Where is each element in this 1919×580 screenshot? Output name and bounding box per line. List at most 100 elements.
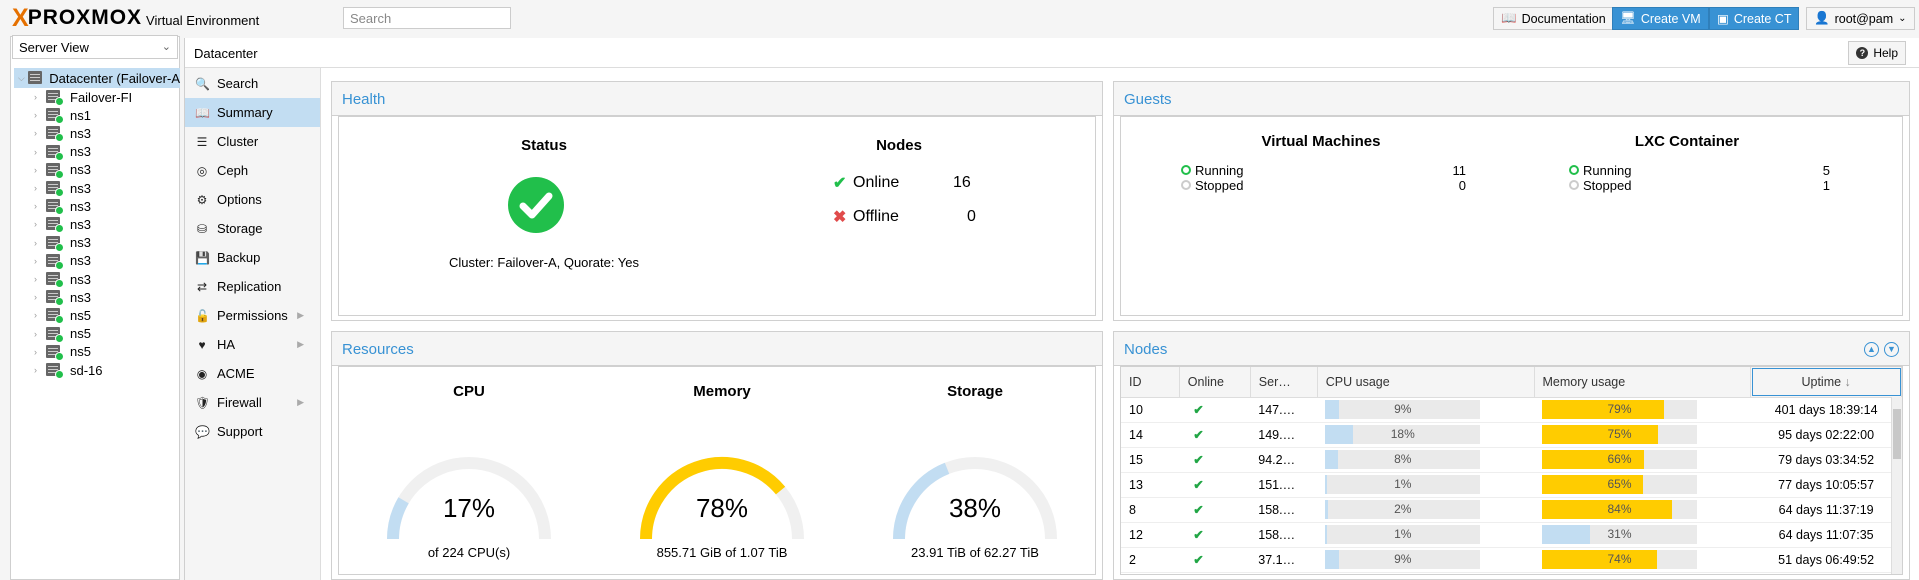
collapse-caret-icon[interactable]: ›: [34, 183, 46, 193]
tree-item-node[interactable]: › ns5: [34, 305, 91, 325]
collapse-caret-icon[interactable]: ›: [34, 256, 46, 266]
tree-item-label: ns3: [70, 144, 91, 160]
expand-caret-icon[interactable]: ⌵: [18, 73, 28, 84]
column-header-cpu-usage[interactable]: CPU usage: [1317, 367, 1535, 398]
collapse-caret-icon[interactable]: ›: [34, 201, 46, 211]
collapse-caret-icon[interactable]: ›: [34, 329, 46, 339]
table-row[interactable]: 8 ✔ 158.… 2% 84% 64 days 11:37:19: [1121, 497, 1902, 523]
help-button[interactable]: ? Help: [1848, 41, 1906, 65]
heartbeat-icon: ♥: [198, 337, 206, 352]
cpu-usage-bar: 1%: [1325, 475, 1481, 494]
check-icon: ✔: [1193, 478, 1204, 492]
search-input[interactable]: [343, 7, 511, 29]
nodes-panel: Nodes ▲ ▼ ID Online Ser… CPU usage Memory us…: [1113, 331, 1910, 580]
nav-item-ceph[interactable]: ◎ Ceph: [185, 156, 320, 185]
collapse-caret-icon[interactable]: ›: [34, 365, 46, 375]
nav-item-backup[interactable]: 💾 Backup: [185, 243, 320, 272]
column-header-id[interactable]: ID: [1121, 367, 1180, 398]
tree-item-node[interactable]: › ns3: [34, 142, 91, 162]
cpu-usage-bar: 8%: [1325, 450, 1481, 469]
lxc-stopped-row: Stopped 1: [1569, 178, 1830, 193]
tree-item-node[interactable]: › ns3: [34, 233, 91, 253]
cpu-usage-bar-text: 8%: [1394, 452, 1412, 466]
nav-item-permissions[interactable]: 🔓 Permissions ▶: [185, 301, 320, 330]
memory-usage-cell: 75%: [1534, 422, 1751, 448]
page-title: Datacenter ? Help: [185, 38, 1919, 68]
column-header-memory-usage[interactable]: Memory usage: [1534, 367, 1752, 398]
user-menu-button[interactable]: 👤 root@pam ⌄: [1806, 7, 1915, 30]
node-online-cell: ✔: [1179, 497, 1251, 523]
tree-item-node[interactable]: › ns3: [34, 178, 91, 198]
tree-item-node[interactable]: › ns3: [34, 214, 91, 234]
node-server-cell: 37.1…: [1250, 547, 1318, 573]
table-row[interactable]: 14 ✔ 149.… 18% 75% 95 days 02:22:00: [1121, 422, 1902, 448]
nav-item-firewall[interactable]: 🛡 Firewall ▶: [185, 388, 320, 417]
nav-item-acme[interactable]: ◉ ACME: [185, 359, 320, 388]
nav-item-options[interactable]: ⚙ Options: [185, 185, 320, 214]
nav-item-label: Storage: [217, 221, 263, 236]
memory-usage-bar: 74%: [1542, 550, 1698, 569]
tree-item-label: Failover-FI: [70, 89, 133, 105]
node-server-cell: 158.…: [1250, 497, 1318, 523]
tree-item-node[interactable]: › sd-16: [34, 360, 103, 380]
tree-item-node[interactable]: › ns5: [34, 342, 91, 362]
cpu-usage-cell: 1%: [1317, 522, 1535, 548]
collapse-caret-icon[interactable]: ›: [34, 147, 46, 157]
tree-item-label: ns5: [70, 307, 91, 323]
cpu-usage-bar-text: 18%: [1390, 427, 1415, 441]
server-online-icon: [46, 362, 64, 379]
nav-item-replication[interactable]: ⇄ Replication: [185, 272, 320, 301]
nav-item-search[interactable]: 🔍 Search: [185, 69, 320, 98]
uptime-cell: 401 days 18:39:14: [1750, 397, 1902, 423]
collapse-caret-icon[interactable]: ›: [34, 292, 46, 302]
tree-item-datacenter[interactable]: ⌵ Datacenter (Failover-A: [14, 68, 180, 88]
proxmox-logo[interactable]: X PROXMOX Virtual Environment: [12, 4, 259, 32]
tree-item-node[interactable]: › ns1: [34, 105, 91, 125]
tree-item-label: ns5: [70, 326, 91, 342]
nav-item-summary[interactable]: 📖 Summary: [185, 98, 320, 127]
tree-item-node[interactable]: › ns3: [34, 251, 91, 271]
column-header-online[interactable]: Online: [1179, 367, 1251, 398]
table-row[interactable]: 13 ✔ 151.… 1% 65% 77 days 10:05:57: [1121, 472, 1902, 498]
memory-usage-bar-text: 31%: [1607, 527, 1632, 541]
tree-item-node[interactable]: › ns3: [34, 269, 91, 289]
create-ct-button[interactable]: ▣ Create CT: [1709, 7, 1800, 30]
memory-usage-cell: 84%: [1534, 497, 1751, 523]
table-row[interactable]: 2 ✔ 37.1… 9% 74% 51 days 06:49:52: [1121, 547, 1902, 573]
create-vm-button[interactable]: 🖥 Create VM: [1612, 7, 1709, 30]
tree-item-node[interactable]: › ns3: [34, 287, 91, 307]
collapse-caret-icon[interactable]: ›: [34, 165, 46, 175]
collapse-caret-icon[interactable]: ›: [34, 128, 46, 138]
documentation-button[interactable]: 📖 Documentation: [1493, 7, 1614, 30]
collapse-caret-icon[interactable]: ›: [34, 219, 46, 229]
collapse-up-icon[interactable]: ▲: [1864, 342, 1879, 357]
nav-item-label: Firewall: [217, 395, 262, 410]
vertical-scrollbar[interactable]: [1891, 397, 1902, 574]
collapse-caret-icon[interactable]: ›: [34, 310, 46, 320]
collapse-caret-icon[interactable]: ›: [34, 238, 46, 248]
collapse-caret-icon[interactable]: ›: [34, 347, 46, 357]
table-row[interactable]: 15 ✔ 94.2… 8% 66% 79 days 03:34:52: [1121, 447, 1902, 473]
nav-item-ha[interactable]: ♥ HA ▶: [185, 330, 320, 359]
tree-item-node[interactable]: › ns3: [34, 196, 91, 216]
tree-item-node[interactable]: › ns3: [34, 160, 91, 180]
column-header-ser[interactable]: Ser…: [1250, 367, 1318, 398]
cpu-usage-bar-text: 1%: [1394, 477, 1412, 491]
nav-item-support[interactable]: 💬 Support: [185, 417, 320, 446]
tree-item-node[interactable]: › ns5: [34, 324, 91, 344]
tree-item-node[interactable]: › Failover-FI: [34, 87, 132, 107]
collapse-caret-icon[interactable]: ›: [34, 92, 46, 102]
collapse-down-icon[interactable]: ▼: [1884, 342, 1899, 357]
column-header-uptime[interactable]: Uptime ↓: [1750, 367, 1902, 398]
collapse-caret-icon[interactable]: ›: [34, 110, 46, 120]
table-row[interactable]: 12 ✔ 158.… 1% 31% 64 days 11:07:35: [1121, 522, 1902, 548]
tree-item-node[interactable]: › ns3: [34, 123, 91, 143]
nav-item-label: ACME: [217, 366, 255, 381]
collapse-caret-icon[interactable]: ›: [34, 274, 46, 284]
cpu-usage-cell: 18%: [1317, 422, 1535, 448]
server-view-select[interactable]: Server View ⌄: [12, 35, 178, 59]
nav-item-cluster[interactable]: ☰ Cluster: [185, 127, 320, 156]
table-row[interactable]: 10 ✔ 147.… 9% 79% 401 days 18:39:14: [1121, 397, 1902, 423]
vm-stopped-row: Stopped 0: [1181, 178, 1466, 193]
nav-item-storage[interactable]: ⛁ Storage: [185, 214, 320, 243]
